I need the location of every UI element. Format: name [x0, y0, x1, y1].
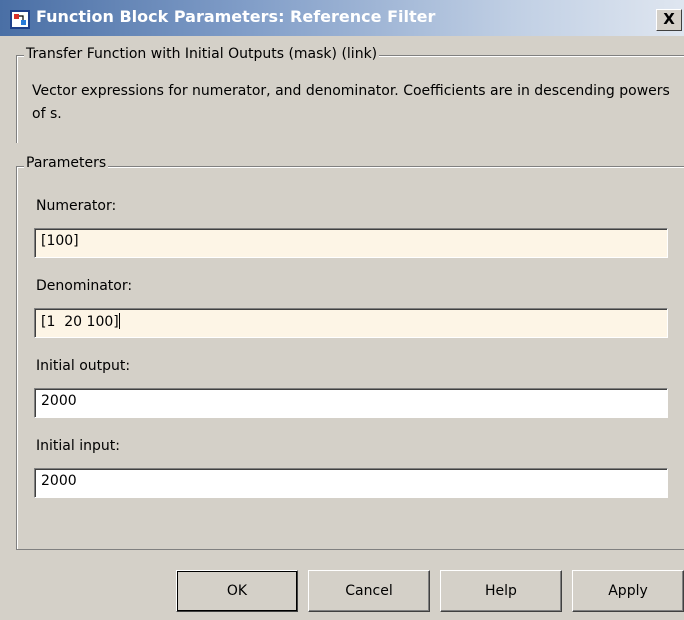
denominator-label: Denominator:: [36, 278, 133, 294]
window-title: Function Block Parameters: Reference Fil…: [36, 7, 436, 26]
numerator-label: Numerator:: [36, 198, 117, 214]
initial-output-field[interactable]: 2000: [34, 388, 668, 418]
initial-input-value: 2000: [41, 473, 77, 489]
initial-input-field[interactable]: 2000: [34, 468, 668, 498]
apply-button[interactable]: Apply: [572, 570, 684, 612]
mask-group-title: Transfer Function with Initial Outputs (…: [24, 46, 380, 62]
help-button[interactable]: Help: [440, 570, 562, 612]
close-button[interactable]: X: [656, 9, 682, 31]
ok-button[interactable]: OK: [176, 570, 298, 612]
denominator-field[interactable]: [1 20 100]: [34, 308, 668, 338]
simulink-block-icon: [10, 10, 30, 29]
parameters-group-title: Parameters: [24, 155, 109, 171]
text-caret: [118, 313, 120, 329]
cancel-button[interactable]: Cancel: [308, 570, 430, 612]
initial-input-label: Initial input:: [36, 438, 120, 454]
mask-description: Vector expressions for numerator, and de…: [32, 83, 670, 122]
initial-output-value: 2000: [41, 393, 77, 409]
numerator-value: [100]: [41, 233, 79, 249]
denominator-value: [1 20 100]: [41, 314, 119, 330]
numerator-field[interactable]: [100]: [34, 228, 668, 258]
title-bar[interactable]: Function Block Parameters: Reference Fil…: [0, 0, 684, 36]
initial-output-label: Initial output:: [36, 358, 131, 374]
